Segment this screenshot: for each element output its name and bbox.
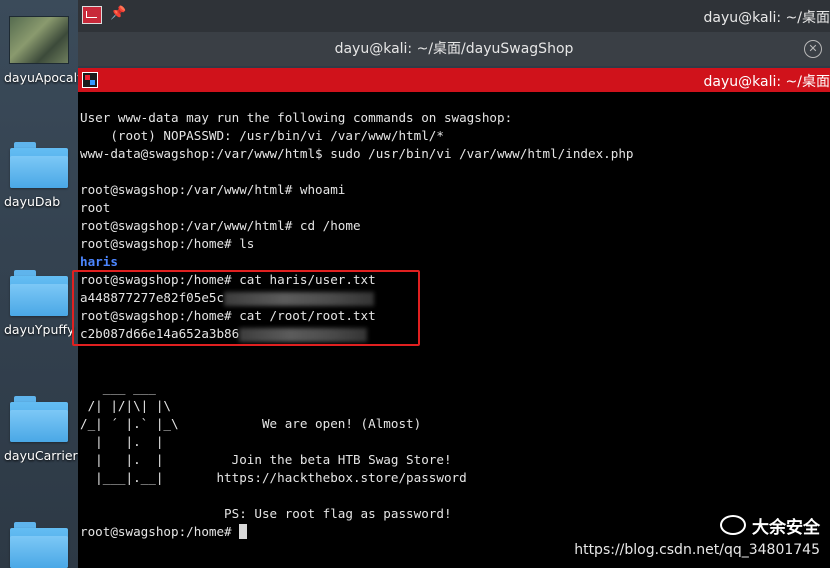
image-thumbnail-icon [9, 16, 69, 64]
window-title: dayu@kali: ~/桌面 [703, 10, 830, 26]
window-subtitle: dayu@kali: ~/桌面/dayuSwagShop [334, 41, 574, 57]
terminal-line: /| |/|\| |\ [80, 398, 171, 413]
pin-icon[interactable]: 📌 [110, 6, 126, 21]
terminal-app-icon[interactable] [82, 6, 102, 24]
terminal-line: (root) NOPASSWD: /usr/bin/vi /var/www/ht… [80, 128, 444, 143]
desktop-item-label: dayuCarrier [4, 448, 78, 463]
desktop-item-label: dayuApocalys [4, 70, 78, 85]
watermark: 大余安全 https://blog.csdn.net/qq_34801745 [574, 513, 820, 558]
terminal-titlebar[interactable]: dayu@kali: ~/桌面 [78, 68, 830, 92]
desktop-item-label: dayuYpuffy [4, 322, 75, 337]
desktop-item-carrier[interactable]: dayuCarrier [0, 396, 78, 463]
desktop-item-ypuffy[interactable]: dayuYpuffy [0, 270, 78, 337]
window-titlebar[interactable]: 📌 dayu@kali: ~/桌面 [78, 0, 830, 32]
terminal-line: |___|.__| https://hackthebox.store/passw… [80, 470, 467, 485]
folder-icon [10, 142, 68, 188]
terminal-line: PS: Use root flag as password! [80, 506, 452, 521]
desktop-item-folder[interactable] [0, 522, 78, 568]
terminal-title: dayu@kali: ~/桌面 [703, 74, 830, 90]
watermark-brand: 大余安全 [752, 518, 820, 538]
terminal-line: www-data@swagshop:/var/www/html$ sudo /u… [80, 146, 634, 161]
folder-icon [10, 396, 68, 442]
terminal-line: root@swagshop:/var/www/html# cd /home [80, 218, 361, 233]
terminal-window-icon[interactable] [82, 72, 98, 88]
terminal-line: | |. | Join the beta HTB Swag Store! [80, 452, 452, 467]
terminal-line: User www-data may run the following comm… [80, 110, 513, 125]
close-icon[interactable]: ✕ [804, 40, 822, 58]
terminal-line: ___ ___ [80, 380, 156, 395]
background-window: 📌 dayu@kali: ~/桌面 dayu@kali: ~/桌面/dayuSw… [78, 0, 830, 66]
terminal-line: /_| ´ |.` |_\ We are open! (Almost) [80, 416, 422, 431]
terminal-cursor [239, 524, 248, 539]
terminal-line: root [80, 200, 111, 215]
desktop-item-dab[interactable]: dayuDab [0, 142, 78, 209]
terminal-line: root@swagshop:/home# [80, 524, 240, 539]
folder-icon [10, 270, 68, 316]
terminal-line: root@swagshop:/var/www/html# whoami [80, 182, 346, 197]
folder-icon [10, 522, 68, 568]
terminal-line: haris [80, 254, 118, 269]
terminal-line: | |. | [80, 434, 164, 449]
wechat-icon [720, 515, 746, 535]
desktop-sidebar: dayuApocalys dayuDab dayuYpuffy dayuCarr… [0, 0, 78, 568]
watermark-url: https://blog.csdn.net/qq_34801745 [574, 542, 820, 558]
flag-highlight-box [72, 270, 420, 346]
desktop-item-label: dayuDab [4, 194, 61, 209]
desktop-item-apocalyse[interactable]: dayuApocalys [0, 16, 78, 85]
terminal-line: root@swagshop:/home# ls [80, 236, 255, 251]
